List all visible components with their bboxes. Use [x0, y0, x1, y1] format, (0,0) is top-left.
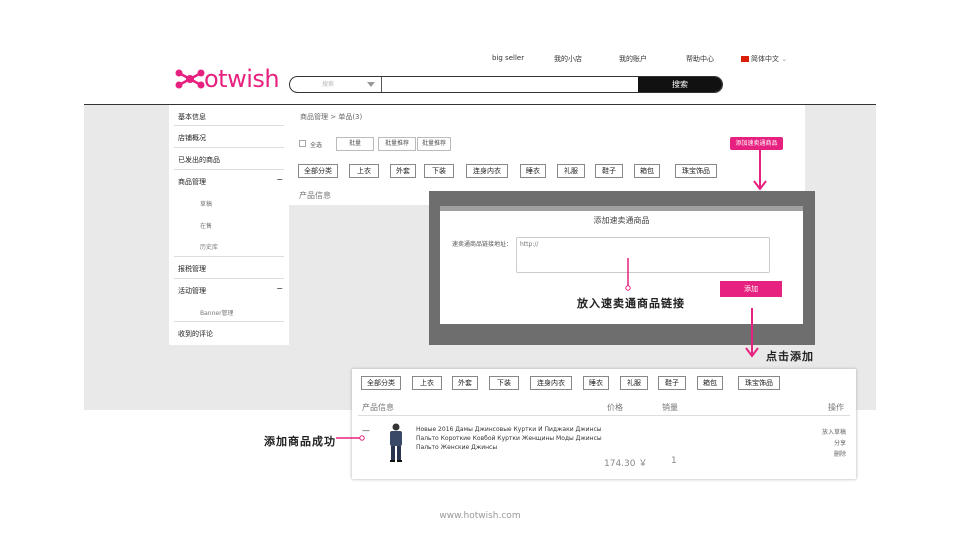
tab-bottoms[interactable]: 下装: [424, 164, 454, 178]
divider: [174, 169, 284, 170]
hotwish-logo[interactable]: otwish: [174, 64, 280, 94]
logo-text: otwish: [204, 65, 280, 93]
sidebar-sub-on-sale[interactable]: 在售: [200, 221, 212, 230]
chevron-down-icon: ⌄: [781, 55, 788, 63]
divider: [358, 415, 850, 416]
tab-all-categories[interactable]: 全部分类: [361, 376, 401, 390]
modal-add-button[interactable]: 添加: [720, 281, 782, 297]
tab-sleepwear[interactable]: 睡衣: [520, 164, 546, 178]
tab-bags[interactable]: 箱包: [697, 376, 723, 390]
col-product-info: 产品信息: [299, 191, 331, 200]
batch-button[interactable]: 批量: [336, 137, 374, 151]
tab-coats[interactable]: 外套: [390, 164, 416, 178]
divider: [174, 256, 284, 257]
tab-shoes[interactable]: 鞋子: [658, 376, 686, 390]
sidebar-sub-history[interactable]: 历史库: [200, 242, 218, 251]
success-pointer-icon: [336, 435, 365, 441]
product-price: 174.30 ￥: [604, 459, 648, 469]
tab-all-categories[interactable]: 全部分类: [298, 164, 338, 178]
sidebar: 基本信息 店铺概况 已发出的商品 商品管理 − 草稿 在售 历史库 报税管理 活…: [169, 105, 289, 345]
tab-sleepwear[interactable]: 睡衣: [583, 376, 609, 390]
arrow-down-icon: [753, 149, 767, 191]
col-product-info: 产品信息: [362, 403, 394, 412]
tab-bodysuits[interactable]: 连身内衣: [466, 164, 508, 178]
search-category-select[interactable]: 搜索: [290, 77, 382, 92]
modal-link-label: 速卖通商品链接地址：: [452, 241, 513, 248]
tab-bottoms[interactable]: 下装: [489, 376, 519, 390]
divider: [174, 321, 284, 322]
sidebar-sub-banner[interactable]: Banner管理: [200, 308, 234, 317]
sidebar-item-reviews[interactable]: 收到的评论: [178, 329, 213, 339]
sidebar-item-store-overview[interactable]: 店铺概况: [178, 133, 206, 143]
arrow-down-icon: [745, 308, 759, 358]
logo-molecule-icon: [175, 69, 205, 89]
sidebar-item-basic-info[interactable]: 基本信息: [178, 112, 206, 122]
china-flag-icon: [741, 56, 749, 62]
annotation-click-add: 点击添加: [766, 350, 814, 363]
tab-dresses[interactable]: 礼服: [620, 376, 648, 390]
tab-shoes[interactable]: 鞋子: [595, 164, 623, 178]
divider: [174, 125, 284, 126]
top-link-my-account[interactable]: 我的账户: [619, 54, 647, 64]
caret-down-icon: [367, 82, 375, 87]
annotation-success: 添加商品成功: [264, 435, 336, 448]
col-operation: 操作: [828, 403, 844, 412]
top-link-big-seller[interactable]: big seller: [492, 54, 524, 62]
modal-title: 添加速卖通商品: [593, 216, 650, 225]
tab-tops[interactable]: 上衣: [412, 376, 442, 390]
language-select[interactable]: 简体中文 ⌄: [741, 54, 787, 64]
collapse-icon[interactable]: −: [276, 175, 283, 184]
tab-jewelry[interactable]: 珠宝饰品: [738, 376, 780, 390]
hint-paste-link: 放入速卖通商品链接: [577, 297, 685, 310]
search-bar: 搜索 搜索: [289, 76, 723, 93]
col-price: 价格: [607, 403, 623, 412]
op-move-to-draft[interactable]: 放入草稿: [822, 427, 846, 436]
tab-jewelry[interactable]: 珠宝饰品: [675, 164, 717, 178]
tab-tops[interactable]: 上衣: [349, 164, 379, 178]
col-qty: 销量: [662, 403, 678, 412]
tab-bags[interactable]: 箱包: [634, 164, 660, 178]
divider: [174, 278, 284, 279]
divider: [174, 147, 284, 148]
tab-coats[interactable]: 外套: [452, 376, 478, 390]
search-button[interactable]: 搜索: [638, 77, 722, 92]
product-title[interactable]: Новые 2016 Дамы Джинсовые Куртки И Пиджа…: [416, 425, 606, 452]
footer-url: www.hotwish.com: [439, 511, 521, 521]
collapse-icon[interactable]: −: [276, 284, 283, 293]
op-share[interactable]: 分享: [834, 438, 846, 447]
batch-recommend-button-2[interactable]: 批量推荐: [417, 137, 451, 151]
sidebar-item-shipped[interactable]: 已发出的商品: [178, 155, 220, 165]
top-link-my-shop[interactable]: 我的小店: [554, 54, 582, 64]
top-link-help[interactable]: 帮助中心: [686, 54, 714, 64]
batch-recommend-button[interactable]: 批量推荐: [378, 137, 416, 151]
product-thumbnail-image[interactable]: [386, 422, 406, 464]
product-list-result: 全部分类 上衣 外套 下装 连身内衣 睡衣 礼服 鞋子 箱包 珠宝饰品 产品信息…: [352, 369, 856, 479]
sidebar-item-activity[interactable]: 活动管理: [178, 286, 206, 296]
product-management-panel: 商品管理 > 单品(3) 全选 批量 批量推荐 批量推荐 添加速卖通商品 全部分…: [289, 105, 805, 205]
product-link-input[interactable]: [516, 237, 770, 273]
select-all-label: 全选: [310, 142, 323, 149]
hint-pointer-icon: [625, 258, 631, 291]
sidebar-item-products[interactable]: 商品管理: [178, 177, 206, 187]
product-qty: 1: [671, 456, 677, 466]
sidebar-sub-draft[interactable]: 草稿: [200, 199, 212, 208]
select-all-checkbox[interactable]: [299, 140, 306, 147]
tab-dresses[interactable]: 礼服: [557, 164, 585, 178]
op-delete[interactable]: 删除: [834, 449, 846, 458]
search-input[interactable]: [382, 77, 638, 92]
sidebar-item-tax[interactable]: 报税管理: [178, 264, 206, 274]
breadcrumb: 商品管理 > 单品(3): [300, 113, 363, 121]
tab-bodysuits[interactable]: 连身内衣: [530, 376, 572, 390]
